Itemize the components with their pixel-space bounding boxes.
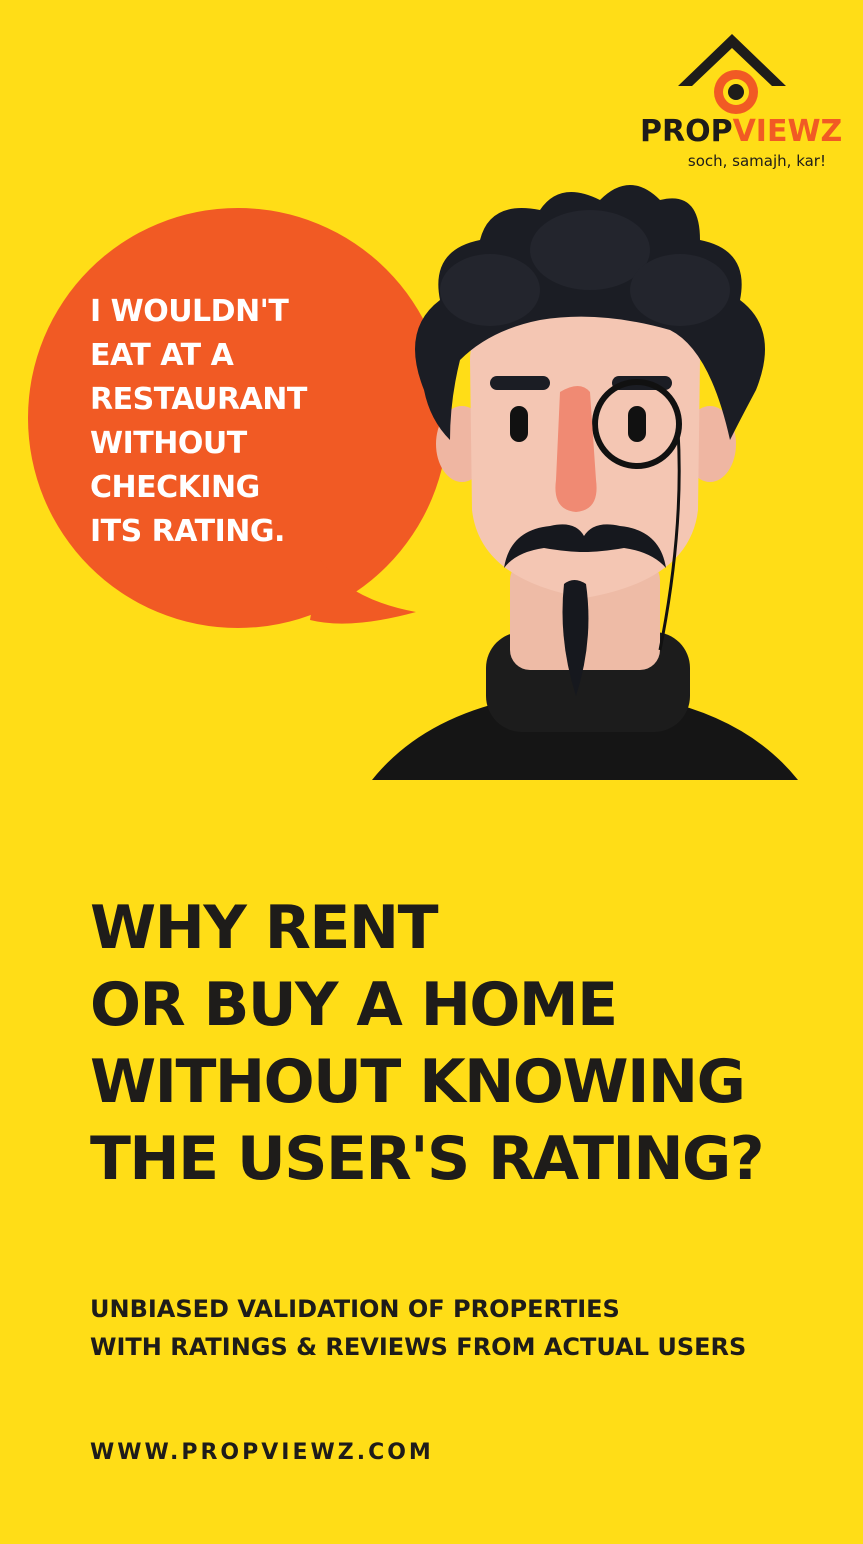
brand-tagline: soch, samajh, kar! [687, 152, 826, 170]
subline: UNBIASED VALIDATION OF PROPERTIES WITH R… [90, 1295, 747, 1361]
brand-logo[interactable]: PROPVIEWZ soch, samajh, kar! [640, 28, 843, 178]
website-link[interactable]: WWW.PROPVIEWZ.COM [90, 1440, 590, 1465]
house-eye-logo-icon [678, 34, 786, 114]
brand-name: PROPVIEWZ [640, 114, 843, 149]
headline: WHY RENT OR BUY A HOME WITHOUT KNOWING T… [90, 893, 765, 1194]
bubble-quote: I WOULDN'T EAT AT A RESTAURANT WITHOUT C… [90, 294, 307, 549]
brand-name-part1: PROP [640, 114, 733, 149]
advert-poster: PROPVIEWZ soch, samajh, kar! I WOULDN'T … [0, 0, 863, 1544]
brand-name-part2: VIEWZ [732, 114, 843, 149]
mustached-man-illustration [372, 185, 798, 780]
